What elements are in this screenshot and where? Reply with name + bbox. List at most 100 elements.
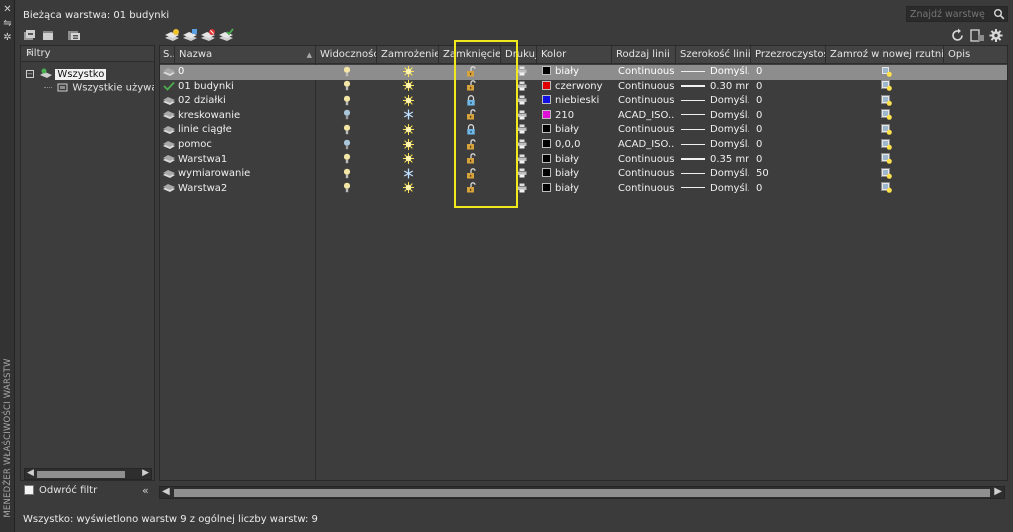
table-row[interactable]: linie ciągłe biały Continuous Domyśl... 0: [160, 123, 1007, 138]
layer-color[interactable]: biały: [542, 123, 612, 138]
scroll-right-icon[interactable]: ▶: [142, 468, 149, 478]
layer-transparency[interactable]: 0: [756, 138, 816, 153]
lock-toggle[interactable]: [466, 109, 480, 124]
grid-scroll-right-icon[interactable]: ▶: [994, 486, 1002, 497]
column-header-vp-freeze[interactable]: Zamroź w nowej rzutni: [826, 46, 944, 64]
collapse-filters-bottom-icon[interactable]: «: [142, 484, 149, 497]
column-header-freeze[interactable]: Zamrożenie: [377, 46, 439, 64]
layer-transparency[interactable]: 0: [756, 182, 816, 197]
filters-scroll-thumb[interactable]: [37, 471, 125, 478]
freeze-toggle[interactable]: [403, 167, 417, 182]
column-header-transparency[interactable]: Przezroczystość: [751, 46, 826, 64]
new-layer-vp-frozen-icon[interactable]: [182, 28, 198, 43]
table-row[interactable]: Warstwa2 biały Continuous Domyśl... 0: [160, 182, 1007, 197]
plot-toggle[interactable]: [517, 167, 531, 182]
plot-toggle[interactable]: [517, 109, 531, 124]
table-row[interactable]: wymiarowanie biały Continuous Domyśl... 50: [160, 167, 1007, 182]
layer-name[interactable]: Warstwa2: [178, 182, 308, 197]
layer-linetype[interactable]: ACAD_ISO...: [618, 138, 674, 153]
new-vp-freeze-toggle[interactable]: [881, 138, 895, 153]
lock-toggle[interactable]: [466, 167, 480, 182]
column-header-name[interactable]: Nazwa ▲: [175, 46, 316, 64]
tree-collapse-icon[interactable]: −: [26, 69, 34, 78]
layer-name[interactable]: kreskowanie: [178, 109, 308, 124]
new-group-filter-icon[interactable]: [40, 28, 56, 43]
lock-toggle[interactable]: [466, 80, 480, 95]
column-header-lineweight[interactable]: Szerokość linii: [676, 46, 751, 64]
freeze-toggle[interactable]: [403, 65, 417, 80]
freeze-toggle[interactable]: [403, 109, 417, 124]
layer-name[interactable]: 02 działki: [178, 94, 308, 109]
layer-transparency[interactable]: 0: [756, 109, 816, 124]
filters-horizontal-scrollbar[interactable]: ◀ ▶: [24, 468, 152, 480]
new-layer-icon[interactable]: [164, 28, 180, 43]
freeze-toggle[interactable]: [403, 123, 417, 138]
layer-lineweight[interactable]: Domyśl...: [681, 109, 749, 124]
refresh-icon[interactable]: [950, 28, 966, 43]
table-row[interactable]: 02 działki niebieski Continuous Domyśl... 0: [160, 94, 1007, 109]
layer-lineweight[interactable]: 0.30 mm: [681, 80, 749, 95]
layer-name[interactable]: wymiarowanie: [178, 167, 308, 182]
tree-item-all[interactable]: − Wszystko: [26, 68, 107, 82]
search-icon[interactable]: [993, 8, 1005, 20]
new-vp-freeze-toggle[interactable]: [881, 153, 895, 168]
collapse-filters-icon[interactable]: «: [26, 46, 150, 59]
lock-toggle[interactable]: [466, 65, 480, 80]
layer-name[interactable]: Warstwa1: [178, 153, 308, 168]
layer-states-manager-icon[interactable]: [66, 28, 82, 43]
layer-status[interactable]: [163, 109, 177, 124]
new-property-filter-icon[interactable]: [22, 28, 38, 43]
table-row[interactable]: pomoc 0,0,0 ACAD_ISO... Domyśl... 0: [160, 138, 1007, 153]
tree-item-all-used[interactable]: Wszystkie używane warstwy: [44, 82, 154, 96]
layer-linetype[interactable]: Continuous: [618, 80, 674, 95]
invert-filter-checkbox[interactable]: [24, 485, 34, 495]
layer-search-input[interactable]: [907, 7, 993, 21]
column-header-linetype[interactable]: Rodzaj linii: [612, 46, 676, 64]
lock-toggle[interactable]: [466, 153, 480, 168]
visibility-toggle[interactable]: [343, 167, 357, 182]
layer-lineweight[interactable]: Domyśl...: [681, 123, 749, 138]
new-vp-freeze-toggle[interactable]: [881, 80, 895, 95]
layer-settings-panel-icon[interactable]: [969, 28, 985, 43]
column-header-visibility[interactable]: Widoczność: [316, 46, 377, 64]
table-row[interactable]: 0 biały Continuous Domyśl... 0: [160, 65, 1007, 80]
new-vp-freeze-toggle[interactable]: [881, 109, 895, 124]
column-header-plot[interactable]: Drukuj: [501, 46, 537, 64]
visibility-toggle[interactable]: [343, 109, 357, 124]
layer-linetype[interactable]: ACAD_ISO...: [618, 109, 674, 124]
layer-linetype[interactable]: Continuous: [618, 153, 674, 168]
lock-toggle[interactable]: [466, 94, 480, 109]
scroll-left-icon[interactable]: ◀: [27, 468, 34, 478]
freeze-toggle[interactable]: [403, 138, 417, 153]
layer-color[interactable]: biały: [542, 182, 612, 197]
layer-status[interactable]: [163, 167, 177, 182]
layer-name[interactable]: 01 budynki: [178, 80, 308, 95]
layer-lineweight[interactable]: Domyśl...: [681, 94, 749, 109]
visibility-toggle[interactable]: [343, 138, 357, 153]
layer-color[interactable]: biały: [542, 65, 612, 80]
grid-scroll-thumb[interactable]: [174, 489, 990, 497]
layer-status[interactable]: [163, 123, 177, 138]
close-palette-icon[interactable]: ✕: [1, 3, 14, 16]
column-header-lock[interactable]: Zamknięcie: [439, 46, 501, 64]
layer-status[interactable]: [163, 138, 177, 153]
layer-linetype[interactable]: Continuous: [618, 65, 674, 80]
table-row[interactable]: 01 budynki czerwony Continuous 0.30 mm 0: [160, 80, 1007, 95]
layer-name[interactable]: linie ciągłe: [178, 123, 308, 138]
layer-linetype[interactable]: Continuous: [618, 94, 674, 109]
palette-properties-icon[interactable]: ✲: [1, 31, 14, 44]
plot-toggle[interactable]: [517, 153, 531, 168]
column-header-description[interactable]: Opis: [944, 46, 1007, 64]
lock-toggle[interactable]: [466, 123, 480, 138]
lock-toggle[interactable]: [466, 138, 480, 153]
new-vp-freeze-toggle[interactable]: [881, 65, 895, 80]
layer-transparency[interactable]: 0: [756, 80, 816, 95]
grid-horizontal-scrollbar[interactable]: ◀ ▶: [159, 486, 1005, 499]
layer-status[interactable]: [163, 65, 177, 80]
set-current-layer-icon[interactable]: [218, 28, 234, 43]
invert-filter-option[interactable]: Odwróć filtr: [24, 485, 97, 499]
visibility-toggle[interactable]: [343, 182, 357, 197]
visibility-toggle[interactable]: [343, 80, 357, 95]
layer-transparency[interactable]: 0: [756, 94, 816, 109]
layer-lineweight[interactable]: Domyśl...: [681, 182, 749, 197]
